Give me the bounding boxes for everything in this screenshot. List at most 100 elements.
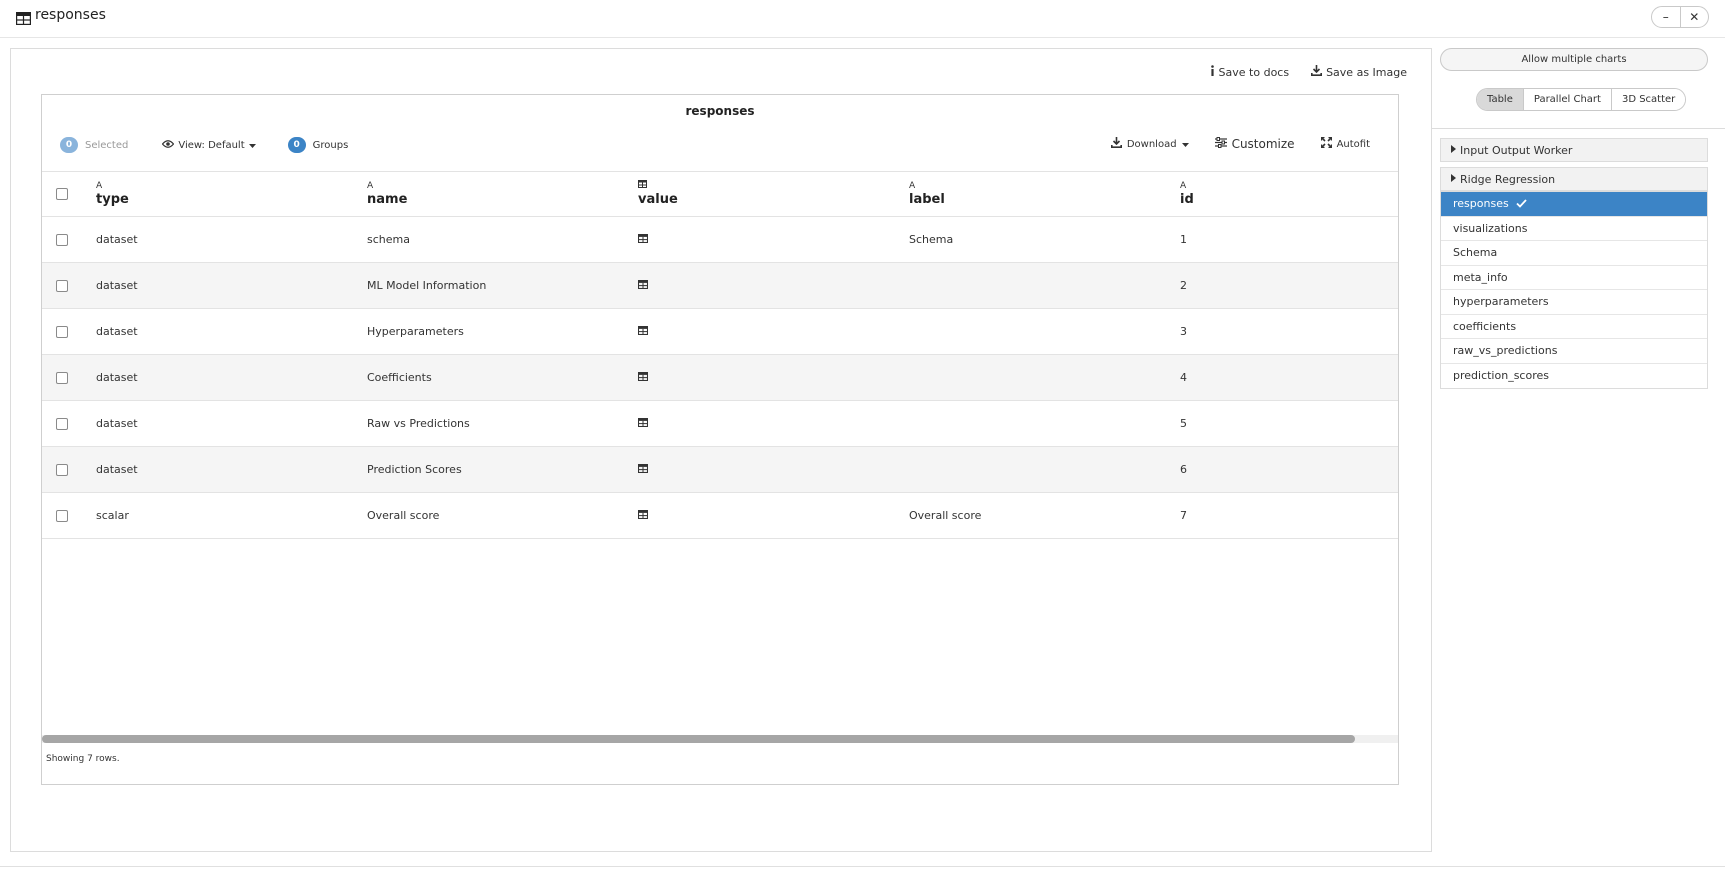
column-header-name[interactable]: A name [367,172,407,216]
column-header-label: value [638,192,678,207]
section-input-output-worker[interactable]: Input Output Worker [1440,138,1708,162]
tab-3d-scatter[interactable]: 3D Scatter [1610,89,1686,110]
list-item-raw-vs-predictions[interactable]: raw_vs_predictions [1441,339,1707,364]
caret-down-icon [1181,139,1189,150]
column-header-value[interactable]: value [638,172,678,216]
list-item-visualizations[interactable]: visualizations [1441,216,1707,241]
cell-label: Schema [909,233,954,246]
table-row[interactable]: dataset Prediction Scores 6 [42,447,1398,493]
list-item-responses[interactable]: responses [1441,192,1707,217]
window-controls: – ✕ [1651,6,1709,28]
row-select-cell [56,217,86,262]
column-header-type[interactable]: A type [96,172,129,216]
view-label: View: Default [178,139,245,151]
download-dropdown[interactable]: Download [1110,137,1189,151]
cell-type: dataset [96,325,138,338]
selected-label: Selected [85,139,129,151]
download-icon [1311,65,1323,79]
table-icon[interactable] [637,279,649,292]
row-checkbox[interactable] [56,417,68,430]
section-label: Ridge Regression [1460,172,1556,186]
row-checkbox[interactable] [56,463,68,476]
table-icon[interactable] [637,233,649,246]
horizontal-scrollbar[interactable] [42,735,1398,743]
list-item-coefficients[interactable]: coefficients [1441,314,1707,339]
view-dropdown[interactable]: View: Default [162,139,256,151]
scrollbar-thumb[interactable] [42,735,1355,743]
row-checkbox[interactable] [56,325,68,338]
row-checkbox[interactable] [56,279,68,292]
cell-type: scalar [96,509,129,522]
select-all-checkbox[interactable] [56,188,68,200]
cell-name: ML Model Information [367,279,487,292]
table-row[interactable]: scalar Overall score Overall score 7 [42,493,1398,539]
grid-toolbar: 0 Selected View: Default 0 Groups Downlo… [42,131,1398,163]
list-item-label: responses [1453,197,1509,211]
cell-value [637,355,649,400]
cell-value [637,493,649,538]
cell-value [637,309,649,354]
cell-id: 4 [1180,371,1187,384]
cell-id: 1 [1180,233,1187,246]
table-icon [15,10,32,26]
column-header-label: label [909,191,945,207]
table-row[interactable]: dataset schema Schema 1 [42,217,1398,263]
row-checkbox[interactable] [56,371,68,384]
caret-down-icon [248,140,256,151]
minimize-button[interactable]: – [1652,7,1680,27]
cell-type: dataset [96,279,138,292]
autofit-button[interactable]: Autofit [1320,136,1370,151]
main-panel: Save to docs Save as Image responses 0 S… [10,48,1432,852]
customize-button[interactable]: Customize [1214,137,1295,151]
customize-label: Customize [1231,137,1295,151]
header-row: A type A name value A label A id [42,172,1398,217]
row-select-cell [56,263,86,308]
check-icon [1516,199,1527,209]
tab-parallel-chart[interactable]: Parallel Chart [1522,89,1611,110]
column-header-label[interactable]: A label [909,172,945,216]
row-checkbox[interactable] [56,233,68,246]
toolbar-left: 0 Selected View: Default 0 Groups [60,137,348,153]
close-button[interactable]: ✕ [1679,7,1709,27]
table-icon[interactable] [637,463,649,476]
table-icon[interactable] [637,509,649,522]
top-actions: Save to docs Save as Image [1210,65,1407,79]
section-ridge-regression[interactable]: Ridge Regression [1440,167,1708,191]
cell-type: dataset [96,371,138,384]
cell-name: schema [367,233,410,246]
list-item-prediction-scores[interactable]: prediction_scores [1441,363,1707,388]
list-item-label: coefficients [1453,319,1517,333]
groups-button[interactable]: Groups [313,140,349,151]
list-item-schema[interactable]: Schema [1441,241,1707,266]
table-type-icon [638,180,647,192]
column-header-id[interactable]: A id [1180,172,1194,216]
divider [1432,128,1725,129]
table-row[interactable]: dataset Hyperparameters 3 [42,309,1398,355]
tab-table[interactable]: Table [1477,89,1523,110]
row-checkbox[interactable] [56,509,68,522]
save-to-docs-button[interactable]: Save to docs [1210,65,1290,79]
table-icon[interactable] [637,325,649,338]
text-type-icon: A [367,180,374,191]
groups-count-badge: 0 [287,137,306,153]
table-row[interactable]: dataset Coefficients 4 [42,355,1398,401]
selected-count-badge: 0 [60,137,78,153]
list-item-meta-info[interactable]: meta_info [1441,265,1707,290]
column-header-label: name [367,191,408,207]
grid-title: responses [685,104,755,118]
cell-value [637,217,649,262]
cell-type: dataset [96,463,138,476]
cell-id: 5 [1180,417,1187,430]
allow-multiple-charts-button[interactable]: Allow multiple charts [1440,48,1708,71]
table-row[interactable]: dataset Raw vs Predictions 5 [42,401,1398,447]
text-type-icon: A [96,180,103,191]
table-icon[interactable] [637,417,649,430]
list-item-hyperparameters[interactable]: hyperparameters [1441,290,1707,315]
save-as-image-button[interactable]: Save as Image [1311,65,1407,79]
cell-name: Raw vs Predictions [367,417,470,430]
caret-right-icon [1451,174,1456,184]
table-icon[interactable] [637,371,649,384]
table-row[interactable]: dataset ML Model Information 2 [42,263,1398,309]
cell-value [637,447,649,492]
save-to-docs-label: Save to docs [1218,65,1290,79]
